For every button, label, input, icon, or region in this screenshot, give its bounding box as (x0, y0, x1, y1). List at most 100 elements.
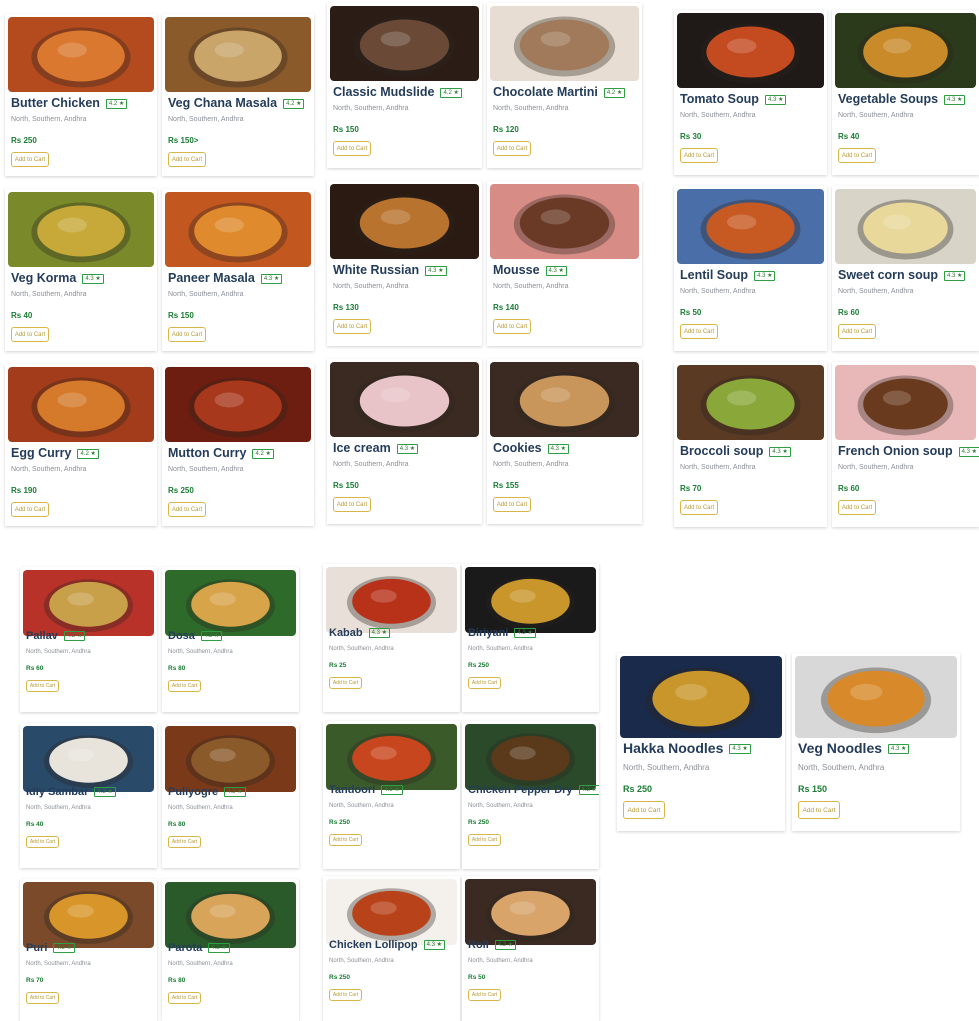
rating-badge: 4.3 ★ (381, 785, 403, 796)
menu-card: Butter Chicken 4.2 ★ North, Southern, And… (5, 14, 157, 176)
menu-card: Sweet corn soup 4.3 ★ North, Southern, An… (832, 186, 979, 351)
menu-card: Mousse 4.3 ★ North, Southern, Andhra Rs 1… (487, 181, 642, 346)
add-to-cart-button[interactable]: Add to Cart (26, 836, 59, 848)
cuisine-tags: North, Southern, Andhra (838, 112, 914, 119)
add-to-cart-button[interactable]: Add to Cart (493, 319, 531, 334)
add-to-cart-button[interactable]: Add to Cart (11, 152, 49, 167)
cuisine-tags: North, Southern, Andhra (680, 112, 756, 119)
add-to-cart-button[interactable]: Add to Cart (11, 327, 49, 342)
dish-price: Rs 80 (168, 665, 186, 672)
rating-badge: 4.3 ★ (82, 273, 104, 284)
add-to-cart-button[interactable]: Add to Cart (168, 836, 201, 848)
add-to-cart-button[interactable]: Add to Cart (333, 141, 371, 156)
cuisine-tags: North, Southern, Andhra (329, 958, 394, 964)
dish-price: Rs 250 (11, 136, 37, 145)
dish-name: Dosa 4.3 ★ (168, 630, 223, 642)
rating-badge: 4.3 ★ (888, 744, 910, 755)
add-to-cart-button[interactable]: Add to Cart (329, 677, 362, 689)
add-to-cart-button[interactable]: Add to Cart (333, 319, 371, 334)
menu-card: French Onion soup 4.3 ★ North, Southern, … (832, 362, 979, 527)
rating-badge: 4.3 ★ (94, 787, 116, 798)
chicken-pepper-dry-image (465, 724, 596, 790)
add-to-cart-button[interactable]: Add to Cart (798, 801, 840, 819)
add-to-cart-button[interactable]: Add to Cart (168, 327, 206, 342)
roll-image (465, 879, 596, 945)
cuisine-tags: North, Southern, Andhra (333, 461, 409, 468)
dish-name: Broccoli soup 4.3 ★ (680, 444, 791, 458)
dish-name: Roll 4.3 ★ (468, 939, 517, 951)
add-to-cart-button[interactable]: Add to Cart (838, 324, 876, 339)
ice-cream-image (330, 362, 479, 437)
dish-price: Rs 250 (468, 662, 489, 669)
dish-price: Rs 60 (838, 484, 860, 493)
dish-name: Vegetable Soups 4.3 ★ (838, 92, 966, 106)
menu-card: Hakka Noodles 4.3 ★ North, Southern, Andh… (617, 653, 785, 831)
rating-badge: 4.3 ★ (944, 270, 966, 281)
add-to-cart-button[interactable]: Add to Cart (468, 989, 501, 1001)
add-to-cart-button[interactable]: Add to Cart (26, 680, 59, 692)
dish-price: Rs 130 (333, 303, 359, 312)
dish-price: Rs 250 (329, 819, 350, 826)
add-to-cart-button[interactable]: Add to Cart (168, 502, 206, 517)
cuisine-tags: North, Southern, Andhra (11, 116, 87, 123)
dish-price: Rs 150 (798, 784, 828, 794)
mutton-curry-image (165, 367, 311, 442)
idly-sambar-image (23, 726, 154, 792)
add-to-cart-button[interactable]: Add to Cart (329, 834, 362, 846)
dish-name: Tomato Soup 4.3 ★ (680, 92, 787, 106)
add-to-cart-button[interactable]: Add to Cart (680, 324, 718, 339)
cuisine-tags: North, Southern, Andhra (26, 649, 91, 655)
add-to-cart-button[interactable]: Add to Cart (838, 500, 876, 515)
add-to-cart-button[interactable]: Add to Cart (680, 148, 718, 163)
biriyani-image (465, 567, 596, 633)
chocolate-martini-image (490, 6, 639, 81)
add-to-cart-button[interactable]: Add to Cart (493, 497, 531, 512)
dish-price: Rs 150 (168, 311, 194, 320)
add-to-cart-button[interactable]: Add to Cart (468, 677, 501, 689)
dish-price: Rs 80 (168, 977, 186, 984)
dish-price: Rs 140 (493, 303, 519, 312)
dish-name: Mutton Curry 4.2 ★ (168, 446, 274, 460)
vegetable-soup-image (835, 13, 976, 88)
add-to-cart-button[interactable]: Add to Cart (680, 500, 718, 515)
add-to-cart-button[interactable]: Add to Cart (333, 497, 371, 512)
cuisine-tags: North, Southern, Andhra (26, 961, 91, 967)
dish-name: Veg Noodles 4.3 ★ (798, 740, 910, 756)
cuisine-tags: North, Southern, Andhra (11, 466, 87, 473)
menu-card: Cookies 4.3 ★ North, Southern, Andhra Rs … (487, 359, 642, 524)
dish-name: Puri 4.3 ★ (26, 942, 75, 954)
add-to-cart-button[interactable]: Add to Cart (329, 989, 362, 1001)
pallav-image (23, 570, 154, 636)
rating-badge: 4.2 ★ (77, 448, 99, 459)
dish-name: Kabab 4.3 ★ (329, 627, 391, 639)
dish-name: Idly Sambar 4.3 ★ (26, 786, 116, 798)
cuisine-tags: North, Southern, Andhra (11, 291, 87, 298)
dish-price: Rs 120 (493, 125, 519, 134)
cuisine-tags: North, Southern, Andhra (26, 805, 91, 811)
add-to-cart-button[interactable]: Add to Cart (468, 834, 501, 846)
menu-card: Kabab 4.3 ★ North, Southern, Andhra Rs 25… (323, 564, 460, 712)
cuisine-tags: North, Southern, Andhra (333, 283, 409, 290)
dish-price: Rs 250 (168, 486, 194, 495)
add-to-cart-button[interactable]: Add to Cart (838, 148, 876, 163)
add-to-cart-button[interactable]: Add to Cart (168, 152, 206, 167)
dish-price: Rs 50 (468, 974, 486, 981)
rating-badge: 4.3 ★ (53, 943, 75, 954)
add-to-cart-button[interactable]: Add to Cart (11, 502, 49, 517)
dish-price: Rs 50 (680, 308, 702, 317)
kabab-image (326, 567, 457, 633)
add-to-cart-button[interactable]: Add to Cart (493, 141, 531, 156)
cuisine-tags: North, Southern, Andhra (623, 763, 710, 772)
add-to-cart-button[interactable]: Add to Cart (26, 992, 59, 1004)
cuisine-tags: North, Southern, Andhra (493, 105, 569, 112)
dish-price: Rs 155 (493, 481, 519, 490)
rating-badge: 4.3 ★ (224, 787, 246, 798)
add-to-cart-button[interactable]: Add to Cart (623, 801, 665, 819)
menu-card: White Russian 4.3 ★ North, Southern, Andh… (327, 181, 482, 346)
add-to-cart-button[interactable]: Add to Cart (168, 992, 201, 1004)
rating-badge: 4.2 ★ (63, 631, 86, 642)
cuisine-tags: North, Southern, Andhra (680, 464, 756, 471)
cuisine-tags: North, Southern, Andhra (333, 105, 409, 112)
add-to-cart-button[interactable]: Add to Cart (168, 680, 201, 692)
menu-card: Puliyogre 4.3 ★ North, Southern, Andhra R… (162, 723, 299, 868)
